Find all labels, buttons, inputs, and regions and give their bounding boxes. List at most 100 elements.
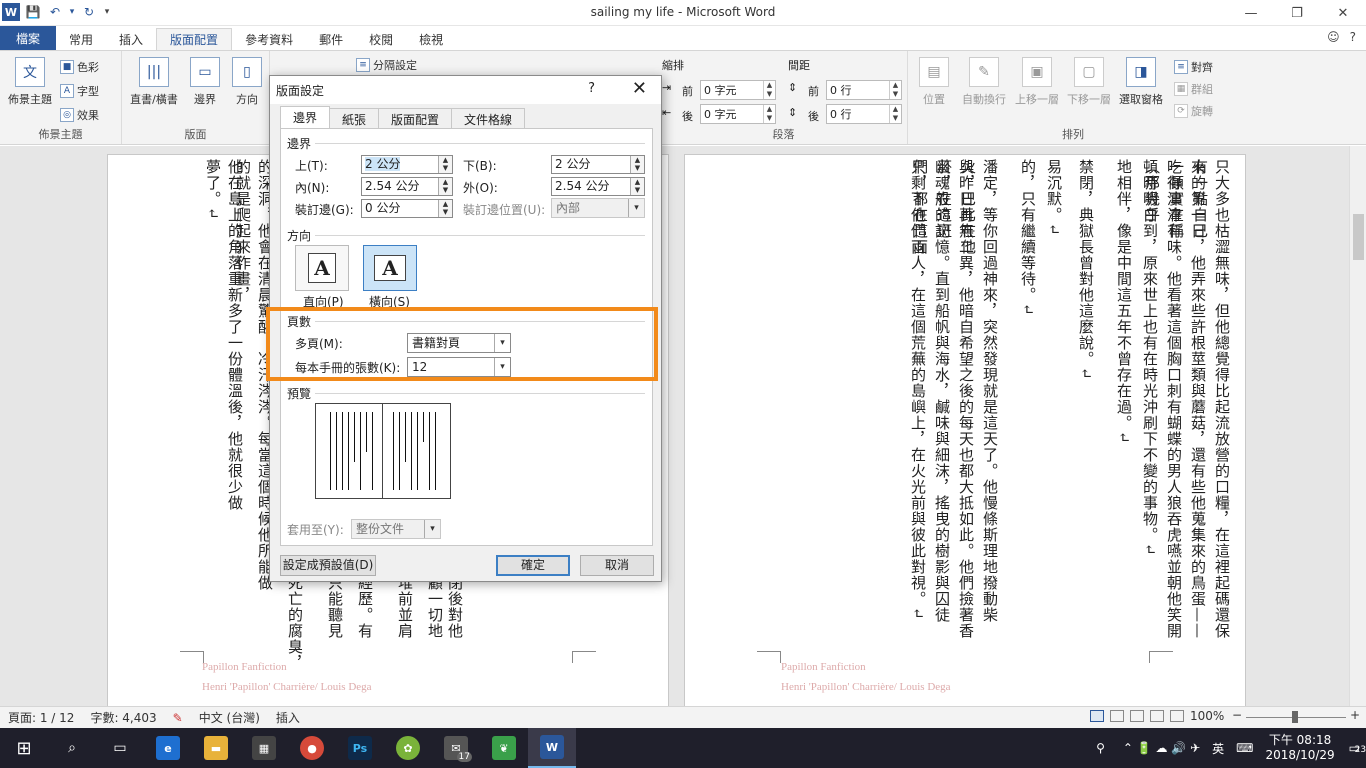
orientation-section-label: 方向: [287, 229, 312, 243]
tab-mailings[interactable]: 郵件: [306, 28, 356, 50]
page-count[interactable]: 頁面: 1 / 12: [0, 709, 82, 726]
minimize-button[interactable]: —: [1228, 0, 1274, 26]
set-as-default-button[interactable]: 設定成預設值(D): [280, 555, 376, 576]
bottom-margin-input[interactable]: 2 公分 ▲ ▼: [551, 155, 645, 174]
spacing-after-input[interactable]: 0 行 ▲ ▼: [826, 104, 902, 124]
text-column: 易沉默。↵: [1045, 159, 1063, 237]
cancel-button[interactable]: 取消: [580, 555, 654, 576]
dialog-tab-layout[interactable]: 版面配置: [378, 108, 453, 128]
evernote-icon[interactable]: ❦: [480, 728, 528, 768]
insert-mode[interactable]: 插入: [268, 709, 308, 726]
zoom-in-button[interactable]: +: [1350, 708, 1360, 722]
tab-file[interactable]: 檔案: [0, 26, 57, 50]
dialog-help-button[interactable]: ?: [588, 81, 595, 96]
spacing-before-input[interactable]: 0 行 ▲ ▼: [826, 80, 902, 100]
store-icon[interactable]: ▦: [240, 728, 288, 768]
search-icon[interactable]: ⌕: [48, 728, 96, 768]
notification-icon[interactable]: ▭ 23: [1349, 741, 1366, 755]
paint-icon[interactable]: ✿: [384, 728, 432, 768]
read-mode-icon[interactable]: [1090, 710, 1104, 722]
outline-icon[interactable]: [1150, 710, 1164, 722]
text-direction-button[interactable]: ||| 直書/橫書: [126, 57, 182, 107]
margins-button[interactable]: ▭ 邊界: [184, 57, 226, 107]
wrap-text-button[interactable]: ✎ 自動換行: [958, 57, 1010, 107]
top-margin-input[interactable]: 2 公分 ▲ ▼: [361, 155, 453, 174]
zoom-out-button[interactable]: −: [1232, 708, 1242, 722]
dialog-close-button[interactable]: ✕: [632, 78, 647, 99]
word-count[interactable]: 字數: 4,403: [82, 709, 164, 726]
task-view-icon[interactable]: ▭: [96, 728, 144, 768]
file-explorer-icon[interactable]: ▬: [192, 728, 240, 768]
tab-layout[interactable]: 版面配置: [156, 28, 233, 50]
language[interactable]: 中文 (台灣): [191, 709, 268, 726]
rotate-button[interactable]: ⟳ 旋轉: [1174, 103, 1213, 119]
ok-button[interactable]: 確定: [496, 555, 570, 576]
people-icon[interactable]: ⚲: [1096, 741, 1105, 755]
clock[interactable]: 下午 08:18 2018/10/29: [1265, 733, 1334, 763]
themes-button[interactable]: 文 佈景主題: [6, 57, 54, 107]
text-column: 的，只有繼續等待。↵: [1019, 159, 1037, 317]
selection-pane-button[interactable]: ◨ 選取窗格: [1116, 57, 1166, 107]
tab-home[interactable]: 常用: [56, 28, 106, 50]
print-layout-icon[interactable]: [1110, 710, 1124, 722]
zoom-slider-thumb[interactable]: [1292, 711, 1298, 723]
photoshop-icon[interactable]: Ps: [336, 728, 384, 768]
gutter-position-select[interactable]: 內部 ▾: [551, 198, 645, 218]
ime-indicator[interactable]: 英: [1212, 740, 1224, 757]
feedback-smiley-icon[interactable]: ☺: [1327, 30, 1340, 44]
tab-insert[interactable]: 插入: [106, 28, 156, 50]
colors-button[interactable]: ■ 色彩: [60, 59, 99, 75]
position-button[interactable]: ▤ 位置: [914, 57, 954, 107]
help-icon[interactable]: ?: [1350, 30, 1356, 44]
dialog-tab-grid[interactable]: 文件格線: [451, 108, 526, 128]
portrait-option[interactable]: A: [295, 245, 349, 291]
bring-forward-button[interactable]: ▣ 上移一層: [1012, 57, 1062, 107]
breaks-button[interactable]: ≡ 分隔設定: [356, 57, 417, 73]
send-backward-icon: ▢: [1074, 57, 1104, 87]
tab-view[interactable]: 檢視: [406, 28, 456, 50]
text-column: 只能聽見: [326, 575, 344, 639]
edge-icon[interactable]: e: [144, 728, 192, 768]
tab-references[interactable]: 參考資料: [232, 28, 306, 50]
tray-icons[interactable]: ⌃ 🔋 ☁ 🔊 ✈: [1123, 741, 1200, 755]
zoom-level[interactable]: 100%: [1190, 709, 1224, 723]
chrome-icon[interactable]: ●: [288, 728, 336, 768]
inside-margin-input[interactable]: 2.54 公分 ▲ ▼: [361, 177, 453, 196]
start-icon[interactable]: ⊞: [0, 728, 48, 768]
dialog-tab-paper[interactable]: 紙張: [329, 108, 380, 128]
mail-icon[interactable]: ✉ 17: [432, 728, 480, 768]
gutter-input[interactable]: 0 公分 ▲ ▼: [361, 199, 453, 218]
arrange-group: ▤ 位置 ✎ 自動換行 ▣ 上移一層 ▢ 下移一層 ◨ 選取窗格 ≡ 對齊 ▦ 群組 ⟳ 旋轉 …: [908, 51, 1238, 144]
spacing-after-icon: ⇕: [788, 106, 798, 119]
footer-line-2: Henri 'Papillon' Charrière/ Louis Dega: [202, 681, 372, 693]
word-taskbar-icon[interactable]: W: [528, 728, 576, 768]
landscape-option[interactable]: A: [363, 245, 417, 291]
web-layout-icon[interactable]: [1130, 710, 1144, 722]
apply-to-select[interactable]: 整份文件 ▾: [351, 519, 441, 539]
send-backward-button[interactable]: ▢ 下移一層: [1064, 57, 1114, 107]
orientation-button[interactable]: ▯ 方向: [226, 57, 268, 107]
crop-mark: [572, 651, 596, 663]
vertical-scrollbar[interactable]: [1349, 146, 1366, 706]
right-page[interactable]: 只大多也枯澀無味，但他總覺得比起流放營的口糧，在這裡起碼還保有一點自己 來的第一…: [684, 154, 1246, 706]
draft-icon[interactable]: [1170, 710, 1184, 722]
indent-right-input[interactable]: 0 字元 ▲ ▼: [700, 104, 776, 124]
close-button[interactable]: ✕: [1320, 0, 1366, 26]
inside-margin-label: 內(N):: [295, 181, 330, 195]
text-column: 禁閉，典獄長曾對他這麼說。↵: [1077, 159, 1095, 381]
preview-left-page: [316, 404, 383, 498]
proofing-icon[interactable]: ✎: [165, 711, 191, 725]
ime-mode-icon[interactable]: ⌨: [1236, 741, 1253, 755]
fonts-button[interactable]: A 字型: [60, 83, 99, 99]
effects-button[interactable]: ◎ 效果: [60, 107, 99, 123]
indent-left-input[interactable]: 0 字元 ▲ ▼: [700, 80, 776, 100]
restore-button[interactable]: ❐: [1274, 0, 1320, 26]
dialog-tab-margins[interactable]: 邊界: [280, 106, 331, 128]
text-column: 顧一切地: [426, 575, 444, 639]
outside-margin-input[interactable]: 2.54 公分 ▲ ▼: [551, 177, 645, 196]
align-button[interactable]: ≡ 對齊: [1174, 59, 1213, 75]
scrollbar-thumb[interactable]: [1353, 214, 1364, 260]
group-button[interactable]: ▦ 群組: [1174, 81, 1213, 97]
portrait-icon: A: [308, 253, 336, 283]
tab-review[interactable]: 校閱: [356, 28, 406, 50]
